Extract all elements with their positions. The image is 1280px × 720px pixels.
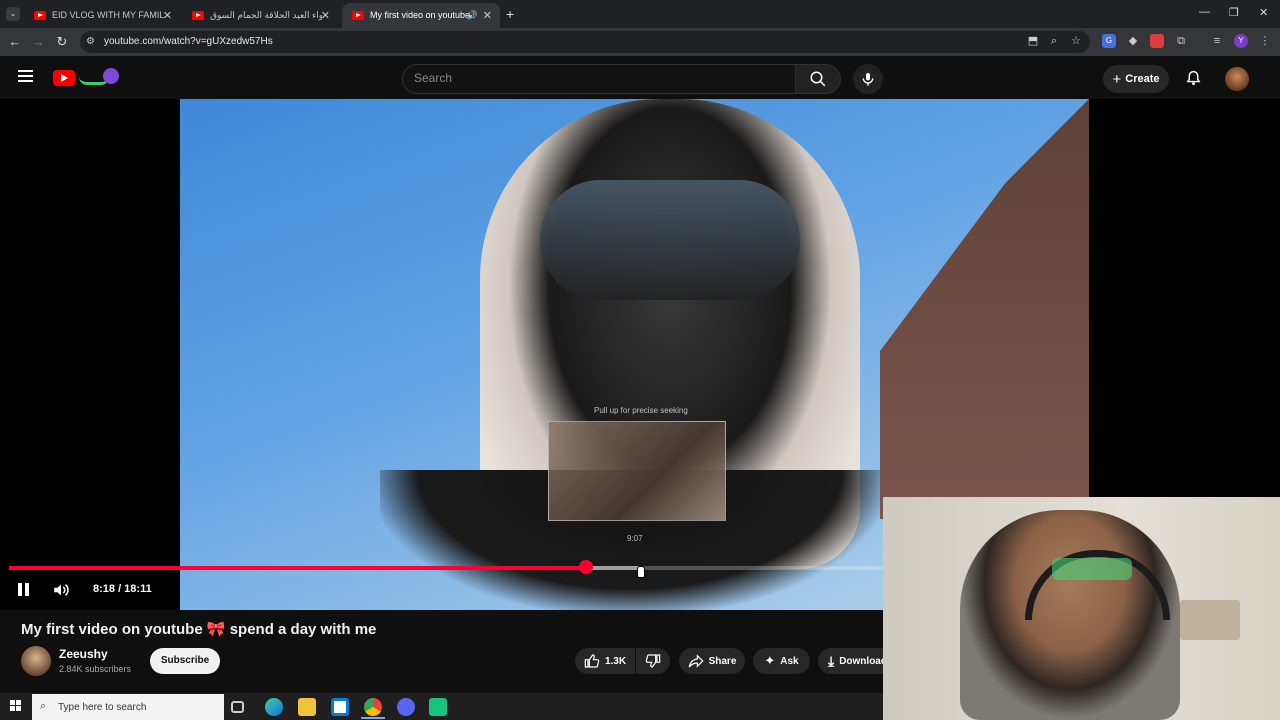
subscribe-button[interactable]: Subscribe <box>150 648 220 674</box>
search-icon <box>810 71 826 87</box>
progress-played <box>9 566 586 570</box>
reload-icon[interactable]: ↻ <box>53 33 71 51</box>
channel-avatar[interactable] <box>21 646 51 676</box>
subscriber-count: 2.84K subscribers <box>59 664 132 674</box>
like-count: 1.3K <box>604 655 627 667</box>
back-icon[interactable]: ← <box>6 33 24 51</box>
microphone-icon <box>862 73 874 86</box>
hamburger-menu-icon[interactable] <box>18 70 33 82</box>
ask-label: Ask <box>780 655 799 667</box>
channel-name[interactable]: Zeeushy <box>59 647 108 661</box>
share-icon <box>688 654 704 668</box>
extension-translate-icon[interactable]: G <box>1102 34 1116 48</box>
extension-red-icon[interactable] <box>1150 34 1164 48</box>
extension-diamond-icon[interactable]: ◆ <box>1126 34 1140 48</box>
ask-button[interactable]: ✦ Ask <box>753 648 810 674</box>
volume-button[interactable] <box>52 581 70 604</box>
pause-icon <box>18 583 22 596</box>
search-placeholder: Search <box>414 71 453 85</box>
time-display: 8:18 / 18:11 <box>93 583 152 595</box>
audio-playing-icon[interactable]: 🔊 <box>467 10 478 21</box>
create-button[interactable]: + Create <box>1103 65 1169 93</box>
windows-start-icon[interactable] <box>10 700 22 712</box>
create-label: Create <box>1125 73 1160 85</box>
seek-preview-time: 9:07 <box>627 534 643 543</box>
account-avatar[interactable] <box>1225 67 1249 91</box>
tab-close-icon[interactable]: ✕ <box>483 9 492 22</box>
thumbs-up-icon <box>584 654 600 668</box>
download-icon: ⤓ <box>828 652 835 669</box>
video-title: My first video on youtube 🎀 spend a day … <box>21 621 377 638</box>
voice-search-button[interactable] <box>853 64 883 94</box>
task-view-icon[interactable] <box>231 701 244 713</box>
sparkle-icon: ✦ <box>764 653 776 668</box>
tab-close-icon[interactable]: ✕ <box>163 9 172 22</box>
thumbs-down-icon <box>645 654 661 668</box>
dislike-button[interactable] <box>636 648 670 674</box>
like-button[interactable]: 1.3K <box>575 648 635 674</box>
youtube-logo[interactable] <box>53 68 121 89</box>
search-input[interactable] <box>402 64 796 94</box>
seek-preview-thumbnail <box>548 421 726 521</box>
tab-eid-arabic[interactable]: اجواء العيد الحلاقة الحمام السوق ✕ <box>182 3 338 28</box>
bookmark-star-icon[interactable]: ☆ <box>1069 34 1083 48</box>
tab-eid-vlog[interactable]: EID VLOG WITH MY FAMILY I 😊 ✕ <box>24 3 180 28</box>
share-button[interactable]: Share <box>679 648 745 674</box>
notifications-bell-icon[interactable] <box>1185 69 1202 92</box>
forward-icon[interactable]: → <box>29 33 47 51</box>
microsoft-store-icon[interactable] <box>331 698 349 716</box>
download-label: Download <box>839 655 887 667</box>
site-info-icon[interactable]: ⚙ <box>86 36 95 47</box>
minimize-icon[interactable]: — <box>1199 6 1210 18</box>
media-control-icon[interactable]: ≡ <box>1210 34 1224 48</box>
install-app-icon[interactable]: ⬒ <box>1026 34 1040 48</box>
chrome-active-indicator <box>361 717 385 719</box>
youtube-favicon-icon <box>192 11 204 20</box>
seek-hint-text: Pull up for precise seeking <box>594 406 688 415</box>
profile-avatar[interactable]: Y <box>1234 34 1248 48</box>
chrome-icon[interactable] <box>364 698 382 716</box>
webcam-glasses <box>1052 558 1132 580</box>
progress-scrubber-handle[interactable] <box>579 560 593 574</box>
webcam-shelf <box>1180 600 1240 640</box>
mouse-cursor-icon <box>637 566 645 578</box>
volume-icon <box>54 584 69 596</box>
taskbar-search-placeholder: Type here to search <box>58 701 147 713</box>
plus-icon: + <box>1112 70 1122 88</box>
zoom-icon[interactable]: ⌕ <box>1047 34 1061 48</box>
close-window-icon[interactable]: ✕ <box>1259 6 1268 19</box>
discord-icon[interactable] <box>397 698 415 716</box>
youtube-favicon-icon <box>34 11 46 20</box>
tab-title: اجواء العيد الحلاقة الحمام السوق <box>210 10 322 20</box>
extensions-puzzle-icon[interactable]: ⧉ <box>1174 34 1188 48</box>
edge-browser-icon[interactable] <box>265 698 283 716</box>
app-green-icon[interactable] <box>429 698 447 716</box>
tab-title: EID VLOG WITH MY FAMILY I 😊 <box>52 10 164 20</box>
tab-title: My first video on youtube 🎀 <box>370 10 474 20</box>
taskbar-search-icon: ⌕ <box>40 700 47 712</box>
restore-icon[interactable]: ❐ <box>1229 6 1239 19</box>
taskbar-search-input[interactable]: ⌕ Type here to search <box>32 694 224 720</box>
browser-menu-icon[interactable]: ⋮ <box>1258 34 1272 48</box>
tab-first-video[interactable]: My first video on youtube 🎀 🔊 ✕ <box>342 3 500 28</box>
search-button[interactable] <box>795 64 841 94</box>
share-label: Share <box>708 655 737 667</box>
tab-search-chevron-icon[interactable]: ⌄ <box>6 7 20 21</box>
url-text[interactable]: youtube.com/watch?v=gUXzedw57Hs <box>104 36 273 47</box>
video-scene-goggles <box>540 180 800 300</box>
file-explorer-icon[interactable] <box>298 698 316 716</box>
youtube-favicon-icon <box>352 11 364 20</box>
pause-button[interactable] <box>17 583 31 597</box>
tab-close-icon[interactable]: ✕ <box>321 9 330 22</box>
new-tab-button[interactable]: + <box>506 6 514 22</box>
